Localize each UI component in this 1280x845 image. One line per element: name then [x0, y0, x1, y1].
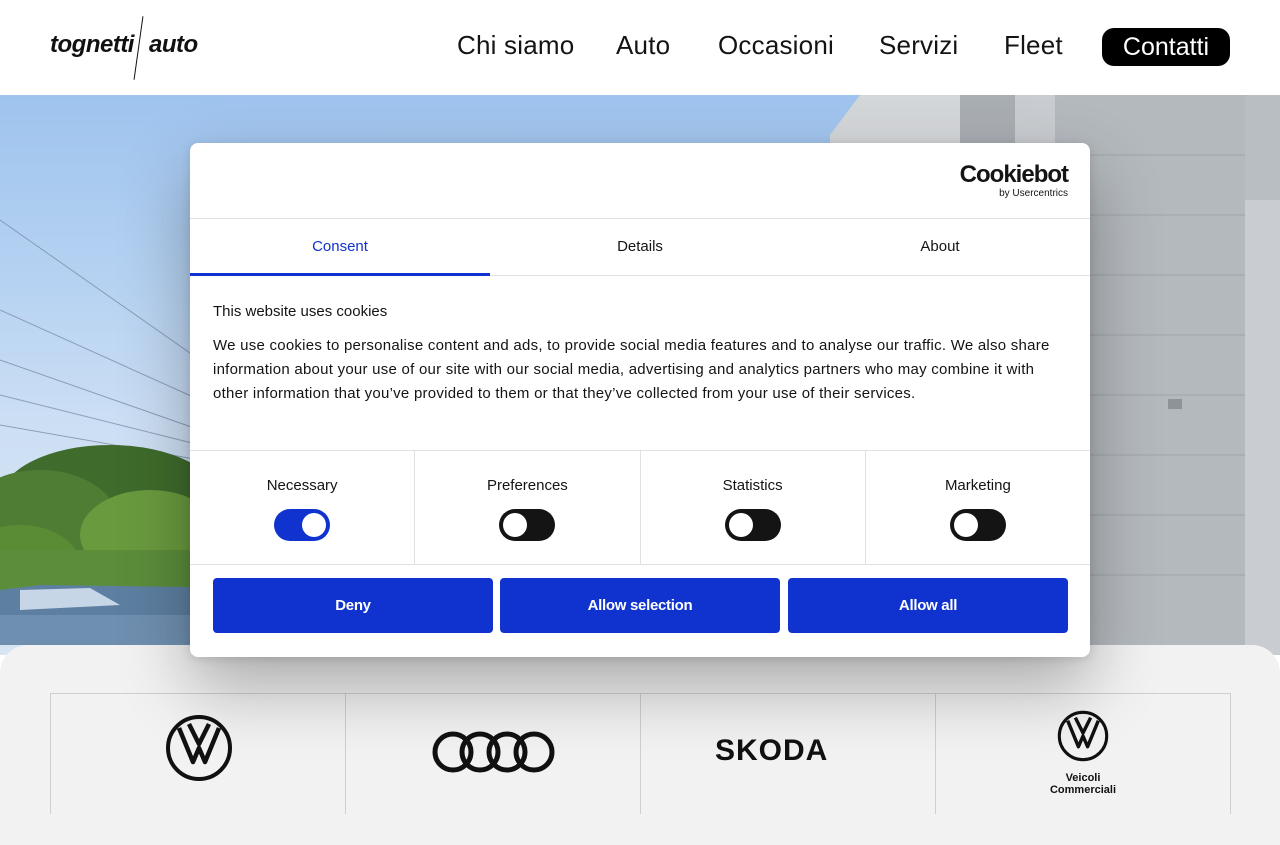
tab-consent[interactable]: Consent	[190, 219, 490, 276]
toggle-statistics-label: Statistics	[722, 477, 783, 494]
vw-commercial-line2: Commerciali	[1049, 784, 1117, 796]
dialog-tabs: Consent Details About	[190, 219, 1090, 276]
tab-about[interactable]: About	[790, 219, 1090, 275]
consent-heading: This website uses cookies	[213, 303, 388, 320]
toggle-preferences-label: Preferences	[486, 477, 568, 494]
tab-details[interactable]: Details	[490, 219, 790, 275]
toggle-knob	[728, 513, 753, 537]
preferences-toggle[interactable]	[499, 509, 556, 541]
cookiebot-brand-sub: by Usercentrics	[999, 188, 1068, 199]
nav-fleet[interactable]: Fleet	[1004, 30, 1063, 61]
brand-grid: SKODA Veicoli Commerciali	[50, 693, 1231, 814]
consent-body: This website uses cookies We use cookies…	[213, 303, 1065, 406]
deny-button[interactable]: Deny	[213, 578, 493, 633]
statistics-toggle[interactable]	[724, 509, 781, 541]
consent-toggles: Necessary Preferences Statistics Marketi…	[190, 450, 1090, 565]
volkswagen-logo-icon	[166, 715, 232, 781]
nav-auto[interactable]: Auto	[616, 30, 670, 61]
cookiebot-brand: Cookiebot	[959, 161, 1069, 188]
toggle-preferences-group: Preferences	[415, 451, 641, 564]
toggle-necessary-group: Necessary	[190, 451, 416, 564]
brands-section: SKODA Veicoli Commerciali	[0, 645, 1280, 845]
nav-servizi[interactable]: Servizi	[879, 30, 958, 61]
toggle-knob	[953, 513, 978, 537]
toggle-knob	[503, 513, 528, 537]
skoda-logo-text: SKODA	[715, 734, 829, 767]
nav-occasioni[interactable]: Occasioni	[718, 30, 834, 61]
dialog-header: Cookiebot by Usercentrics	[190, 143, 1090, 219]
toggle-marketing-label: Marketing	[944, 477, 1011, 494]
consent-text: We use cookies to personalise content an…	[213, 337, 1050, 402]
marketing-toggle[interactable]	[949, 509, 1006, 541]
cookie-consent-dialog: Cookiebot by Usercentrics Consent Detail…	[190, 143, 1090, 657]
cookiebot-logo[interactable]: Cookiebot by Usercentrics	[959, 161, 1069, 200]
contatti-button[interactable]: Contatti	[1102, 28, 1230, 66]
nav-chi-siamo[interactable]: Chi siamo	[457, 30, 574, 61]
vw-commercial-logo-icon	[1057, 710, 1109, 762]
consent-buttons: Deny Allow selection Allow all	[213, 578, 1068, 634]
toggle-marketing-group: Marketing	[866, 451, 1090, 564]
allow-selection-button[interactable]: Allow selection	[500, 578, 780, 633]
allow-all-button[interactable]: Allow all	[788, 578, 1068, 633]
toggle-statistics-group: Statistics	[641, 451, 866, 564]
toggle-knob	[302, 513, 327, 537]
main-nav: Chi siamo Auto Occasioni Servizi Fleet	[0, 28, 1280, 68]
necessary-toggle[interactable]	[274, 509, 331, 541]
brand-audi[interactable]	[346, 694, 641, 814]
toggle-necessary-label: Necessary	[266, 477, 338, 494]
brand-vw-commercial[interactable]: Veicoli Commerciali	[936, 694, 1231, 814]
brand-volkswagen[interactable]	[51, 694, 346, 814]
vw-commercial-line1: Veicoli	[1065, 772, 1101, 784]
audi-logo-icon	[432, 731, 555, 773]
site-header: tognetti auto Chi siamo Auto Occasioni S…	[0, 0, 1280, 95]
brand-skoda[interactable]: SKODA	[641, 694, 936, 814]
